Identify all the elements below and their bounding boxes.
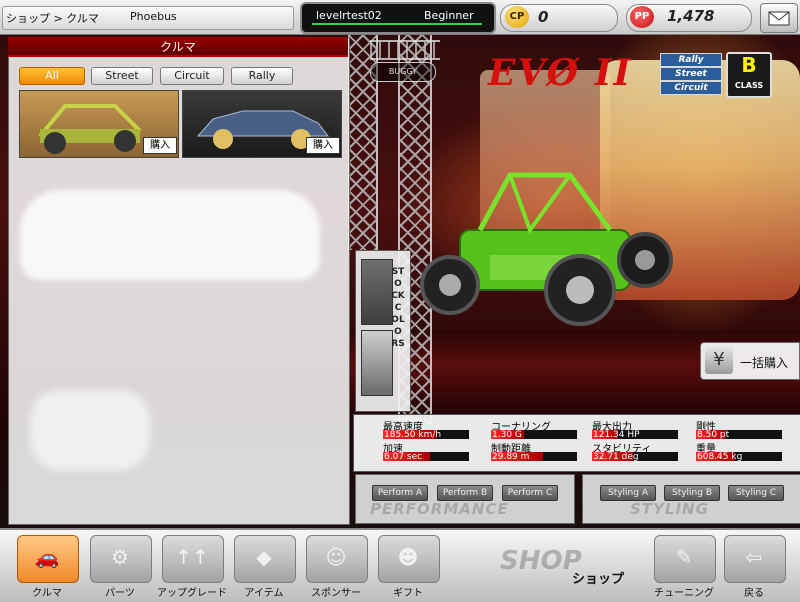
user-rank: Beginner xyxy=(424,9,474,22)
shop-logo: SHOP xyxy=(500,546,582,576)
upgrade-icon: ↑↑ xyxy=(175,545,209,569)
nav-sponsor-label: スポンサー xyxy=(311,588,361,599)
background-decoration xyxy=(30,390,150,470)
stat-value-rigidity: 8.50 pt xyxy=(697,430,730,440)
car-name: EVØ II xyxy=(488,52,633,94)
breadcrumb: ショップ > クルマ xyxy=(6,12,99,25)
color-swatch-white[interactable] xyxy=(361,330,393,396)
stat-value-top-speed: 185.50 km/h xyxy=(384,430,442,440)
filter-circuit-button[interactable]: Circuit xyxy=(160,67,224,85)
background-decoration xyxy=(20,190,320,280)
mail-icon xyxy=(768,11,790,26)
nav-parts-label: パーツ xyxy=(105,588,135,599)
panel-title: クルマ xyxy=(160,40,196,54)
bulk-buy-label: 一括購入 xyxy=(740,356,789,370)
nav-back-label: 戻る xyxy=(744,588,764,599)
buggy-car xyxy=(420,172,673,326)
cp-value: 0 xyxy=(538,8,549,26)
stat-value-braking: 29.89 m xyxy=(492,452,530,462)
mode-tag-street: Street xyxy=(660,67,722,81)
styling-watermark: STYLING xyxy=(630,500,709,518)
stat-value-stability: 32.71 deg xyxy=(593,452,639,462)
pp-value: 1,478 xyxy=(667,7,715,25)
wrench-icon: ✎ xyxy=(675,545,693,569)
mode-tag-rally: Rally xyxy=(660,53,722,67)
item-icon: ◆ xyxy=(256,545,272,569)
nav-item-label: アイテム xyxy=(244,588,284,599)
filter-rally-button[interactable]: Rally xyxy=(231,67,293,85)
nav-tuning-label: チューニング xyxy=(654,588,714,599)
styling-c-button[interactable]: Styling C xyxy=(728,485,784,501)
panel-header: クルマ xyxy=(8,37,348,57)
user-id: levelrtest02 xyxy=(316,9,382,22)
pp-icon: PP xyxy=(630,6,654,28)
perform-b-button[interactable]: Perform B xyxy=(437,485,493,501)
buggy-logo: BUGGY xyxy=(370,62,436,82)
yen-icon: ¥ xyxy=(705,346,733,374)
player-name: Phoebus xyxy=(130,10,177,23)
shop-caption: ショップ xyxy=(572,572,625,587)
stat-value-accel: 6.07 sec xyxy=(384,452,423,462)
gift-icon: ☻ xyxy=(397,545,419,569)
stat-value-weight: 608.45 kg xyxy=(697,452,743,462)
color-swatch-green[interactable] xyxy=(361,259,393,325)
cp-icon: CP xyxy=(505,6,529,28)
stage-truss xyxy=(370,40,440,60)
sponsor-icon: ☺ xyxy=(325,545,347,569)
stat-value-cornering: 1.30 G xyxy=(492,430,522,440)
filter-all-button[interactable]: All xyxy=(19,67,85,85)
mail-button[interactable] xyxy=(760,3,798,33)
perform-a-button[interactable]: Perform A xyxy=(372,485,428,501)
class-label: CLASS xyxy=(734,81,764,90)
exit-icon: ⇦ xyxy=(745,545,763,569)
stock-colors-label: STOCKCOLORS xyxy=(391,267,405,349)
stat-value-max-power: 121.34 HP xyxy=(593,430,640,440)
nav-car-label: クルマ xyxy=(32,588,62,599)
perform-c-button[interactable]: Perform C xyxy=(502,485,558,501)
nav-gift-label: ギフト xyxy=(393,588,423,599)
nav-upgrade-label: アップグレード xyxy=(157,588,227,599)
styling-b-button[interactable]: Styling B xyxy=(664,485,720,501)
styling-a-button[interactable]: Styling A xyxy=(600,485,656,501)
buy-button[interactable]: 購入 xyxy=(143,137,177,154)
car-preview xyxy=(420,172,673,326)
car-icon: 🚗 xyxy=(34,545,60,569)
mode-tag-circuit: Circuit xyxy=(660,81,722,95)
buy-button[interactable]: 購入 xyxy=(306,137,340,154)
filter-street-button[interactable]: Street xyxy=(91,67,153,85)
parts-icon: ⚙ xyxy=(111,545,129,569)
user-status-line xyxy=(312,23,482,25)
perform-watermark: PERFORMANCE xyxy=(370,500,509,518)
class-letter: B xyxy=(741,53,757,77)
